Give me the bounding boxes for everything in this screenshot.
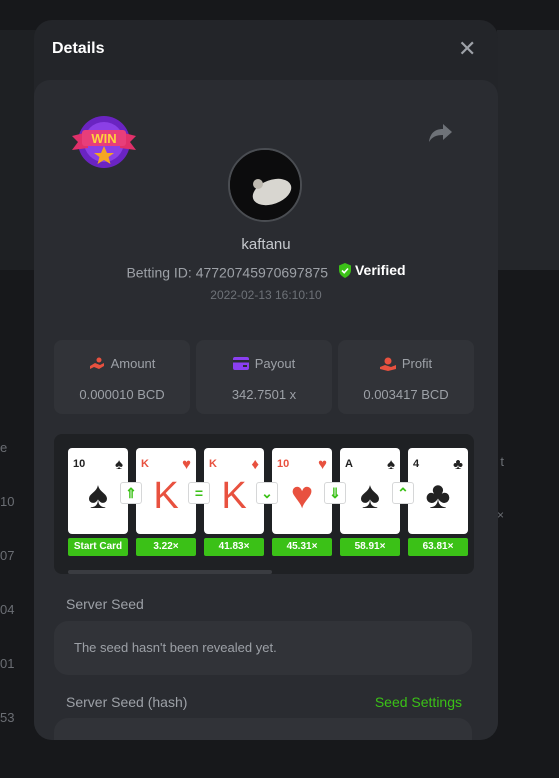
close-button[interactable]: ✕ [458,38,476,60]
background-cell: e [0,440,8,455]
server-seed-hash-label: Server Seed (hash) [66,694,188,710]
card-rank: 10 [277,458,290,470]
background-cell: 10 [0,494,15,509]
wallet-icon [232,357,249,370]
playing-card: K ♦ K [204,448,264,534]
amount-label: Amount [110,356,156,371]
card-rank: K [141,458,149,470]
background-cell: 07 [0,548,15,563]
card-multiplier: 45.31× [272,538,332,556]
background-cell: 01 [0,656,15,671]
bet-date: 2022-02-13 16:10:10 [210,288,322,302]
profit-value: 0.003417 BCD [363,387,449,402]
card-suit-icon: ♥ [318,456,327,473]
playing-card: 10 ♥ ♥ [272,448,332,534]
playing-card: A ♠ ♠ [340,448,400,534]
horizontal-scrollbar[interactable] [68,570,272,574]
avatar-image [230,150,300,220]
payout-stat: Payout 342.7501 x [196,340,332,414]
card-face-icon: ♠ [359,475,381,517]
background-table-column: e 10 07 04 01 53 [0,440,30,764]
background-cell: × [496,508,504,522]
payout-label: Payout [254,356,296,371]
username: kaftanu [241,236,291,253]
card-multiplier: 63.81× [408,538,468,556]
coins-icon [89,357,104,369]
card-column: K ♦ K 41.83× ⌄ [204,448,278,556]
card-column: A ♠ ♠ 58.91× ⌃ [340,448,414,556]
guess-direction-icon: ⌄ [256,482,278,504]
modal-title: Details [52,40,105,57]
card-face-icon: ♣ [425,475,451,517]
shield-check-icon [338,262,351,278]
card-column: 10 ♥ ♥ 45.31× ⇓ [272,448,346,556]
card-suit-icon: ♠ [115,456,123,473]
share-icon[interactable] [428,120,454,144]
verified-badge: Verified [338,262,406,278]
playing-card: K ♥ K [136,448,196,534]
card-suit-icon: ♠ [387,456,395,473]
playing-card: 4 ♣ ♣ [408,448,468,534]
card-face-icon: ♠ [87,475,109,517]
card-suit-icon: ♣ [453,456,463,473]
guess-direction-icon: ⇑ [120,482,142,504]
card-face-icon: K [153,475,179,517]
card-multiplier: 58.91× [340,538,400,556]
amount-stat: Amount 0.000010 BCD [54,340,190,414]
betting-id-row: Betting ID: 47720745970697875 Verified [34,262,498,281]
profit-label: Profit [401,356,433,371]
background-cell: 04 [0,602,15,617]
betting-id: 47720745970697875 [195,264,329,281]
card-rank: A [345,458,353,470]
card-multiplier: 3.22× [136,538,196,556]
guess-direction-icon: ⌃ [392,482,414,504]
card-rank: 4 [413,458,420,470]
card-face-icon: K [221,475,247,517]
playing-card: 10 ♠ ♠ [68,448,128,534]
cards-history: 10 ♠ ♠ Start Card ⇑ K ♥ K 3.22× = K ♦ K 41.83× ⌄ 10 ♥ ♥ 45… [54,434,474,574]
close-icon: ✕ [458,36,477,61]
card-rank: 10 [73,458,86,470]
card-column: K ♥ K 3.22× = [136,448,210,556]
card-suit-icon: ♥ [182,456,191,473]
betting-id-label: Betting ID: [126,264,192,281]
guess-direction-icon: = [188,482,210,504]
background-artwork-right [497,30,559,270]
card-column: 10 ♠ ♠ Start Card ⇑ [68,448,142,556]
bet-stats: Amount 0.000010 BCD Payout 342.7501 x Pr… [54,340,474,414]
avatar[interactable] [228,148,302,222]
card-multiplier: 41.83× [204,538,264,556]
details-modal: Details ✕ WIN kaftanu Betting ID: 477207… [34,20,498,740]
card-face-icon: ♥ [290,475,314,517]
win-badge-icon: WIN [72,116,136,168]
verified-label: Verified [354,262,406,278]
server-seed-hash-field[interactable] [54,718,472,740]
amount-value: 0.000010 BCD [79,387,165,402]
profit-stat: Profit 0.003417 BCD [338,340,474,414]
cards-row: 10 ♠ ♠ Start Card ⇑ K ♥ K 3.22× = K ♦ K 41.83× ⌄ 10 ♥ ♥ 45… [68,448,474,556]
server-seed-label: Server Seed [66,596,144,612]
server-seed-field[interactable]: The seed hasn't been revealed yet. [54,621,472,675]
background-header-cell: t [500,454,504,469]
card-suit-icon: ♦ [251,456,259,473]
guess-direction-icon: ⇓ [324,482,346,504]
payout-value: 342.7501 x [231,387,297,402]
card-rank: K [209,458,217,470]
card-multiplier: Start Card [68,538,128,556]
seed-settings-link[interactable]: Seed Settings [375,694,462,710]
background-cell: 53 [0,710,15,725]
card-column: 4 ♣ ♣ 63.81× [408,448,468,556]
svg-text:WIN: WIN [91,131,116,146]
hand-coins-icon [379,357,396,371]
